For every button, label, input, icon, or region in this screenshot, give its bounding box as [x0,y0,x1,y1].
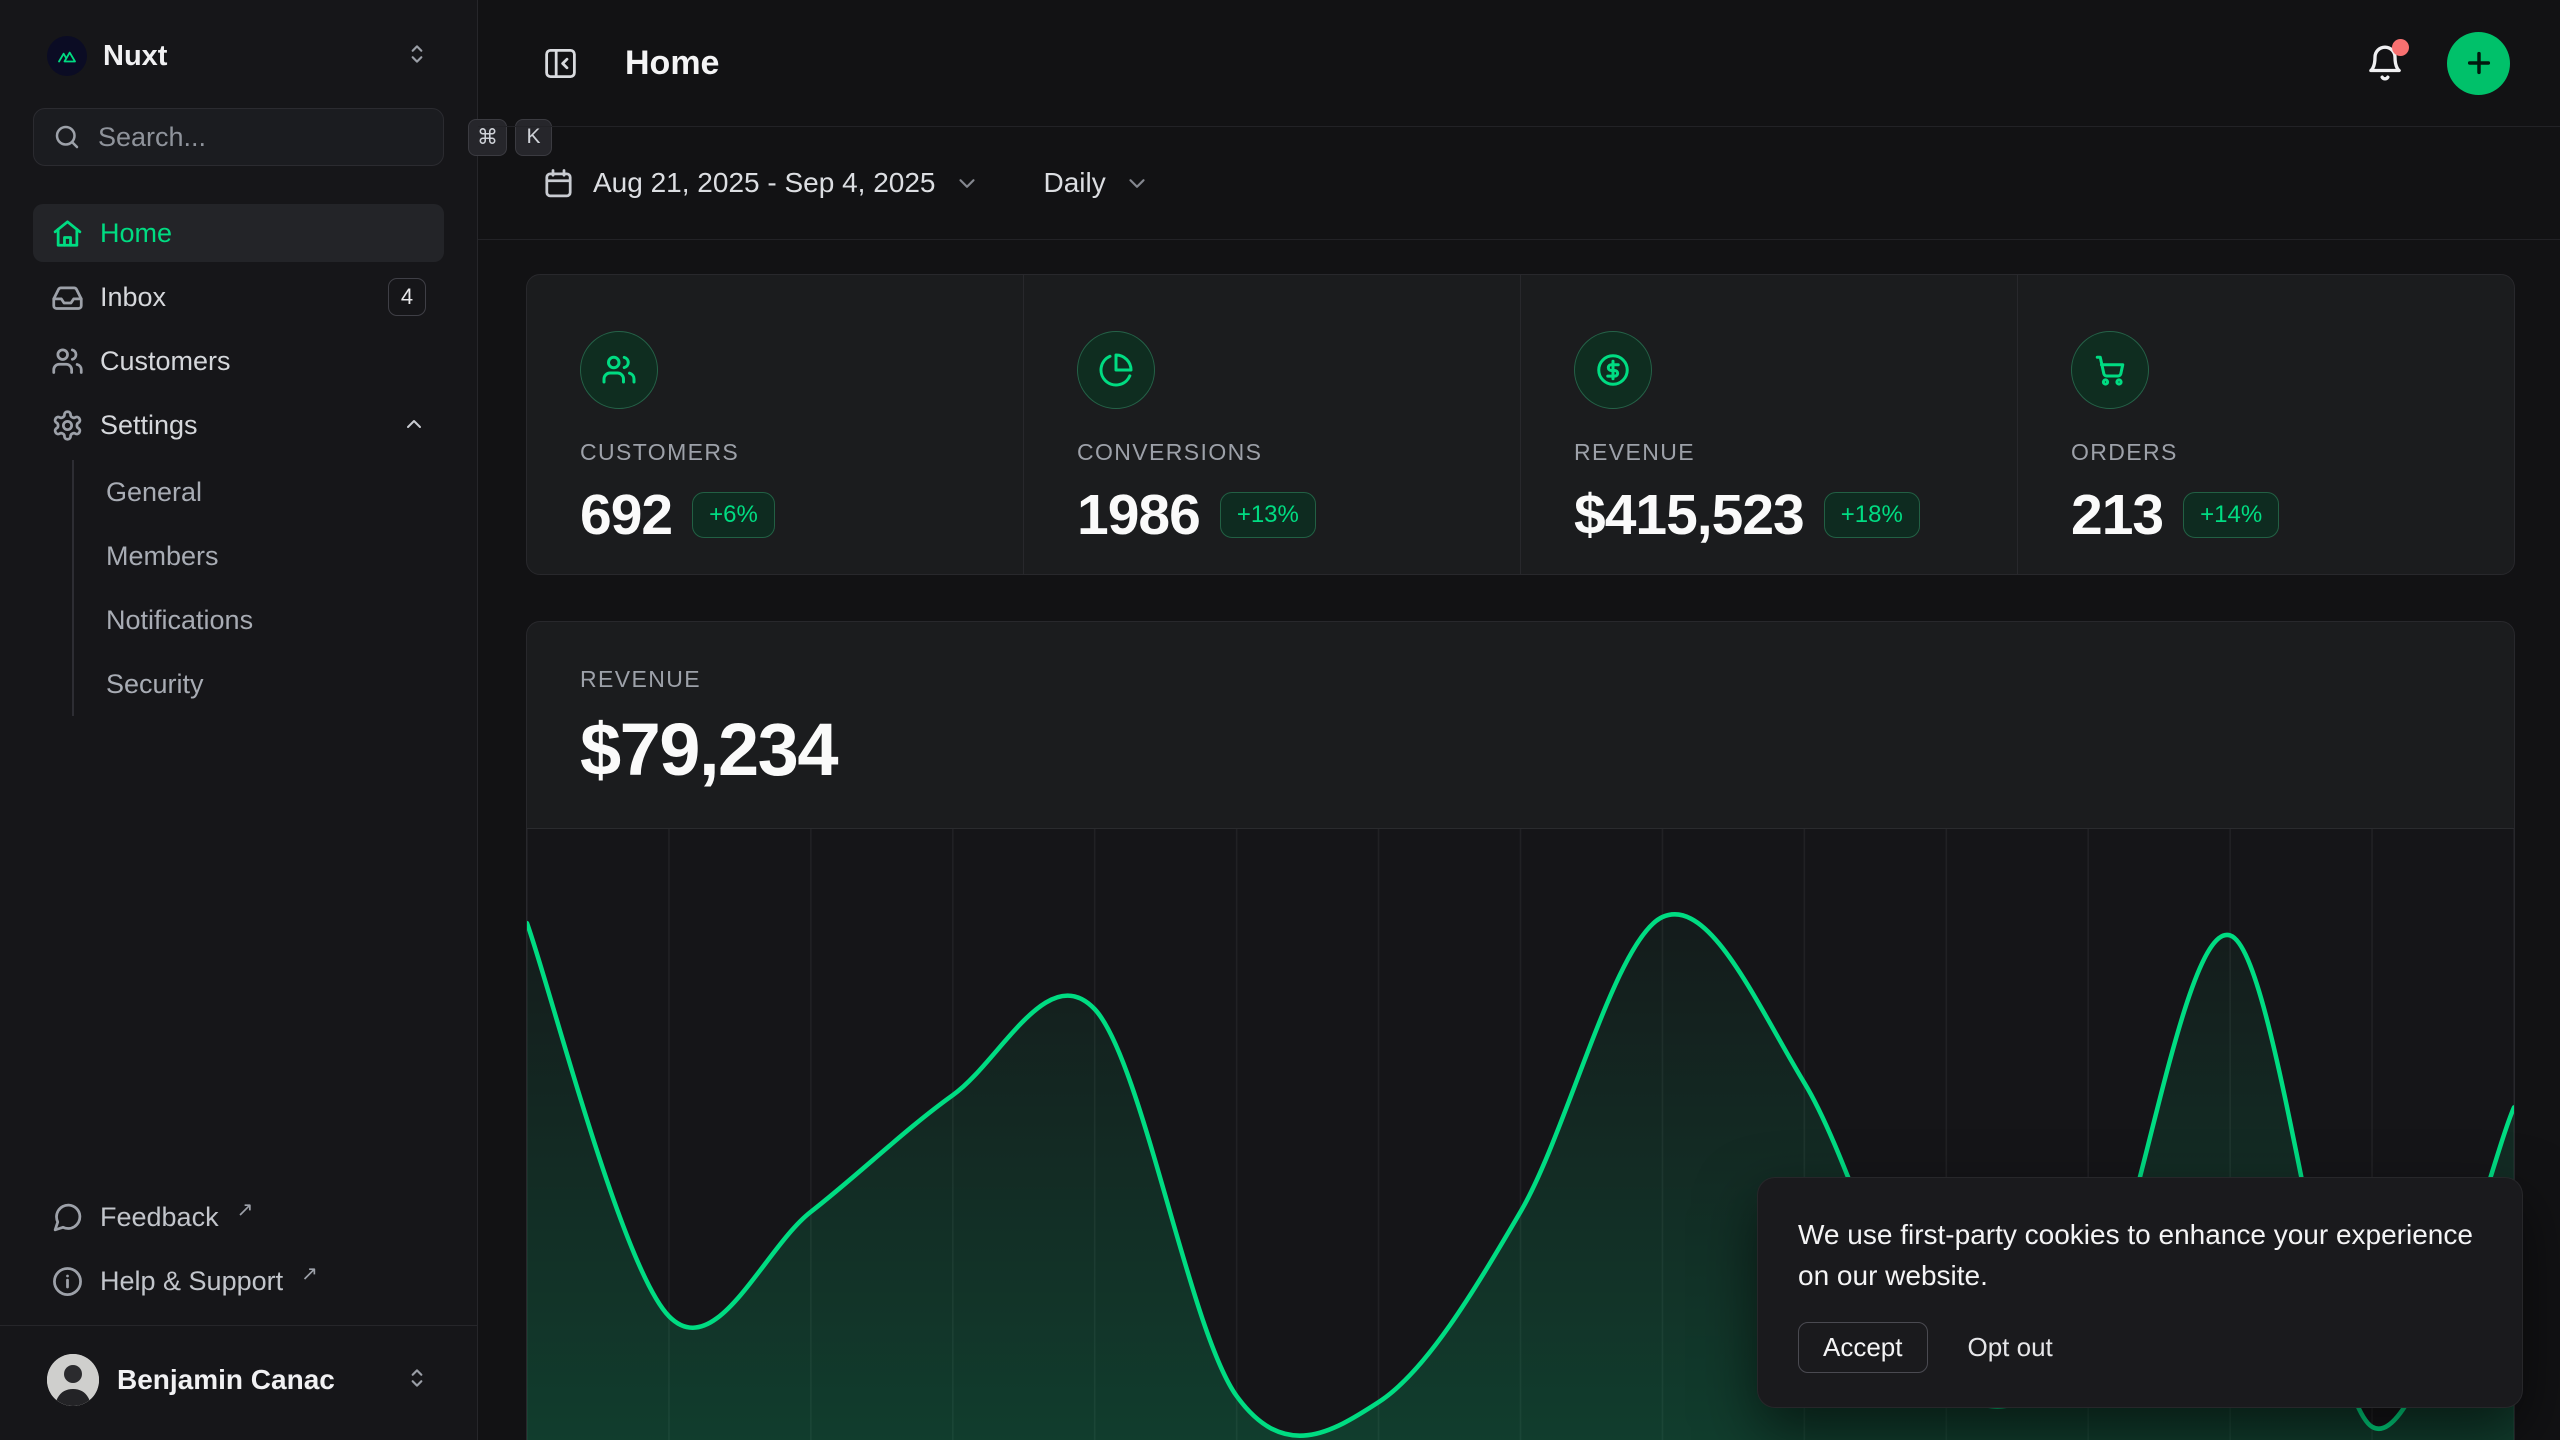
stat-change-badge: +18% [1824,492,1920,538]
feedback-label: Feedback [100,1202,219,1233]
team-name: Nuxt [103,40,388,73]
sidebar-item-settings[interactable]: Settings [33,396,444,454]
page-title: Home [625,44,2341,83]
cookie-accept-button[interactable]: Accept [1798,1322,1928,1373]
app-root: Nuxt ⌘ K [0,0,2560,1440]
stat-change-badge: +13% [1220,492,1316,538]
stat-customers: CUSTOMERS 692 +6% [527,275,1023,574]
date-range-picker[interactable]: Aug 21, 2025 - Sep 4, 2025 [542,167,980,200]
calendar-icon [542,167,575,200]
chevron-down-icon [954,170,980,196]
cookie-message: We use first-party cookies to enhance yo… [1798,1214,2482,1296]
stat-conversions: CONVERSIONS 1986 +13% [1023,275,1520,574]
stat-orders: ORDERS 213 +14% [2017,275,2514,574]
stat-label: REVENUE [1574,439,1977,466]
stat-label: CUSTOMERS [580,439,983,466]
info-circle-icon [51,1265,84,1298]
sidebar-item-customers[interactable]: Customers [33,332,444,390]
user-menu[interactable]: Benjamin Canac [33,1344,444,1416]
gear-icon [51,409,84,442]
sidebar-item-notifications[interactable]: Notifications [104,588,444,652]
topbar: Home [478,0,2560,127]
help-support-link[interactable]: Help & Support ↗ [33,1251,444,1311]
sidebar-nav: Home Inbox 4 [33,204,444,716]
sidebar-collapse-icon[interactable] [542,45,579,82]
cookie-optout-button[interactable]: Opt out [1964,1323,2057,1372]
team-selector[interactable]: Nuxt [33,26,444,86]
users-icon [580,331,658,409]
sidebar-item-label: Notifications [106,605,253,636]
filters-toolbar: Aug 21, 2025 - Sep 4, 2025 Daily [478,127,2560,240]
sidebar-item-general[interactable]: General [104,460,444,524]
sidebar-footer-links: Feedback ↗ Help & Support ↗ [33,1187,444,1311]
chevron-updown-icon [404,1365,430,1396]
sidebar: Nuxt ⌘ K [0,0,478,1440]
search-icon [52,122,82,152]
sidebar-item-label: Members [106,541,219,572]
revenue-chart-total: $79,234 [580,707,2461,792]
stat-value: 1986 [1077,482,1200,548]
add-button[interactable] [2447,32,2510,95]
sidebar-item-label: Customers [100,346,231,377]
pie-chart-icon [1077,331,1155,409]
cookie-banner: We use first-party cookies to enhance yo… [1757,1177,2523,1408]
chevron-updown-icon [404,41,430,72]
stat-change-badge: +6% [692,492,775,538]
sidebar-item-label: General [106,477,202,508]
speech-bubble-icon [51,1201,84,1234]
search-field[interactable] [98,122,452,153]
notifications-bell-icon[interactable] [2365,43,2405,83]
avatar [47,1354,99,1406]
stat-label: CONVERSIONS [1077,439,1480,466]
feedback-link[interactable]: Feedback ↗ [33,1187,444,1247]
shopping-cart-icon [2071,331,2149,409]
dollar-circle-icon [1574,331,1652,409]
sidebar-item-label: Settings [100,410,198,441]
search-input[interactable]: ⌘ K [33,108,444,166]
sidebar-item-inbox[interactable]: Inbox 4 [33,268,444,326]
stat-value: 213 [2071,482,2163,548]
settings-subnav: General Members Notifications Security [72,460,444,716]
stats-card: CUSTOMERS 692 +6% CONVERSIONS 1986 [526,274,2515,575]
date-range-label: Aug 21, 2025 - Sep 4, 2025 [593,167,936,199]
inbox-icon [51,281,84,314]
sidebar-item-label: Inbox [100,282,166,313]
sidebar-item-members[interactable]: Members [104,524,444,588]
stat-value: $415,523 [1574,482,1804,548]
notification-dot [2392,39,2409,56]
home-icon [51,217,84,250]
help-support-label: Help & Support [100,1266,283,1297]
granularity-select[interactable]: Daily [1044,167,1150,199]
revenue-chart-label: REVENUE [580,666,2461,693]
external-link-icon: ↗ [237,1197,254,1222]
chevron-up-icon [402,413,426,437]
granularity-label: Daily [1044,167,1106,199]
nuxt-logo [47,36,87,76]
user-name: Benjamin Canac [117,1364,386,1396]
stat-value: 692 [580,482,672,548]
inbox-count-badge: 4 [388,278,426,316]
stat-change-badge: +14% [2183,492,2279,538]
external-link-icon: ↗ [301,1261,318,1286]
users-icon [51,345,84,378]
sidebar-item-label: Security [106,669,204,700]
chevron-down-icon [1124,170,1150,196]
stat-revenue: REVENUE $415,523 +18% [1520,275,2017,574]
sidebar-item-home[interactable]: Home [33,204,444,262]
sidebar-item-security[interactable]: Security [104,652,444,716]
sidebar-item-label: Home [100,218,172,249]
user-section: Benjamin Canac [0,1325,477,1440]
stat-label: ORDERS [2071,439,2474,466]
